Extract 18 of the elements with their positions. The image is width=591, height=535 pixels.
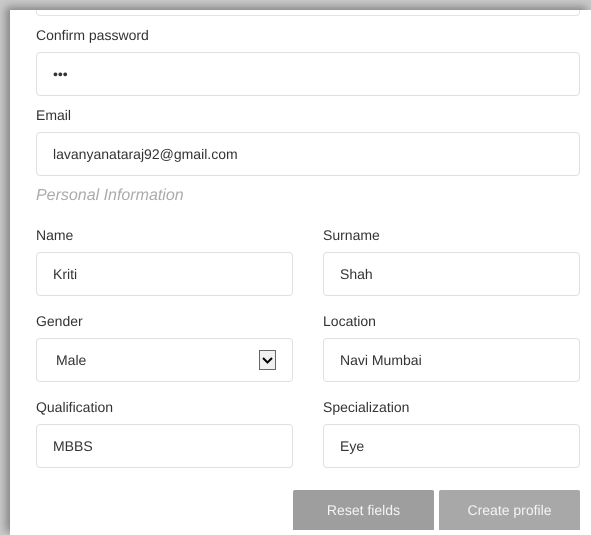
input-field[interactable]: ••• [36, 52, 580, 96]
dropdown-field[interactable]: Male [36, 338, 293, 382]
field-label: Location [323, 312, 377, 330]
field-label: Specialization [323, 398, 410, 416]
input-field[interactable]: lavanyanataraj92@gmail.com [36, 132, 580, 176]
input-field[interactable]: Kriti [36, 252, 293, 296]
field-label: Email [36, 106, 72, 124]
chevron-down-icon [259, 350, 276, 370]
field-label: Surname [323, 226, 381, 244]
input-field[interactable]: Navi Mumbai [323, 338, 580, 382]
field-label: Confirm password [36, 26, 150, 44]
field-label: Gender [36, 312, 84, 330]
input-field[interactable]: Shah [323, 252, 580, 296]
input-field[interactable]: MBBS [36, 424, 293, 468]
section-title: Personal Information [36, 186, 185, 206]
field-label: Qualification [36, 398, 114, 416]
input-field[interactable]: Eye [323, 424, 580, 468]
field-label: Name [36, 226, 74, 244]
